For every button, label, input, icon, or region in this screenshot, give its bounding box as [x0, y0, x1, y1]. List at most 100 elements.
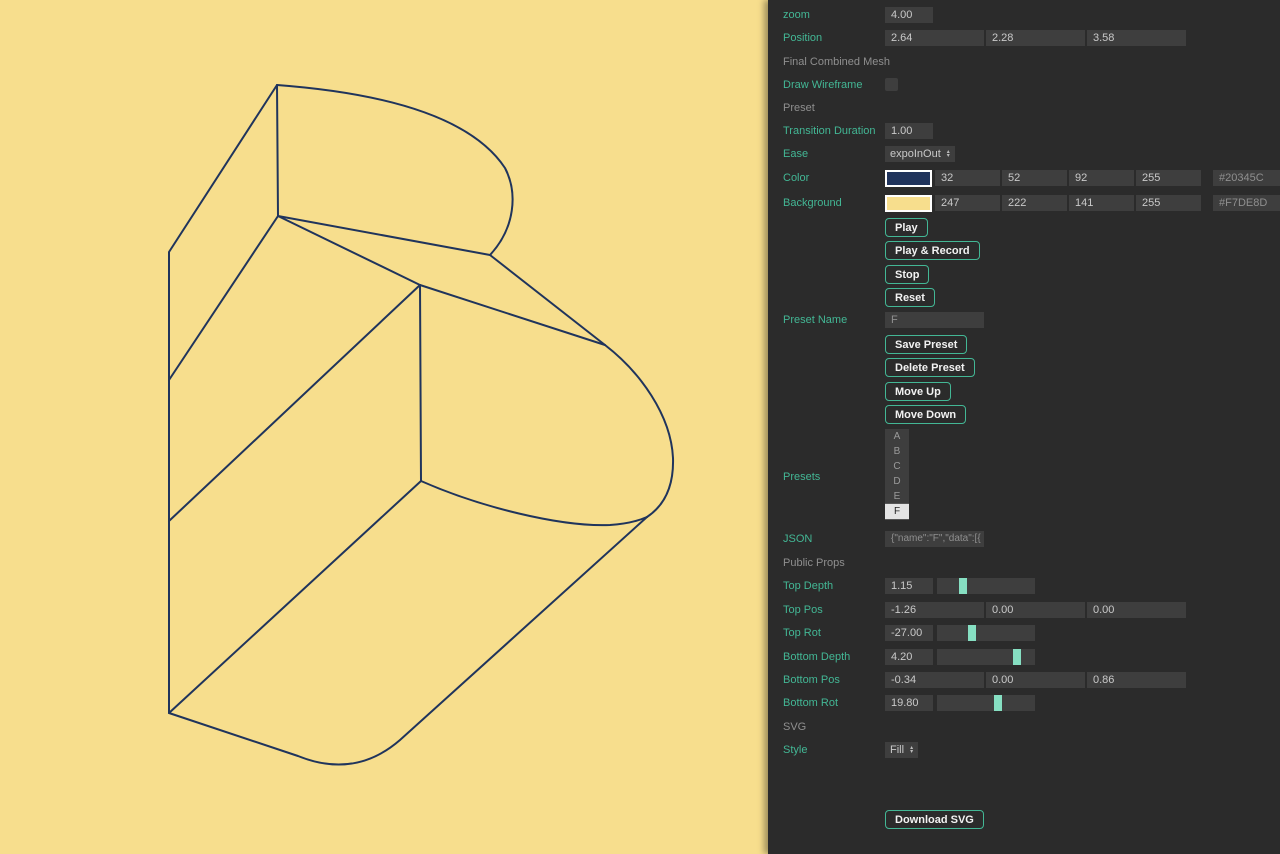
render-canvas[interactable] — [0, 0, 768, 854]
background-a-input[interactable]: 255 — [1136, 195, 1201, 211]
row-preset-name: Preset Name F — [768, 312, 1280, 330]
background-swatch[interactable] — [885, 195, 932, 212]
color-r-input[interactable]: 32 — [935, 170, 1000, 186]
control-panel: zoom 4.00 Position 2.64 2.28 3.58 Final … — [768, 0, 1280, 854]
position-x-input[interactable]: 2.64 — [885, 30, 984, 46]
bottom-depth-input[interactable]: 4.20 — [885, 649, 933, 665]
bottom-depth-slider-thumb[interactable] — [1013, 649, 1021, 665]
top-rot-slider[interactable] — [937, 625, 1035, 641]
save-preset-button[interactable]: Save Preset — [885, 335, 967, 354]
color-g-input[interactable]: 52 — [1002, 170, 1067, 186]
row-bottom-pos: Bottom Pos -0.34 0.00 0.86 — [768, 672, 1280, 690]
row-section-svg: SVG — [768, 720, 1280, 738]
color-hex-input[interactable]: #20345C — [1213, 170, 1280, 186]
row-color: Color 32 52 92 255 #20345C — [768, 170, 1280, 188]
edge-front-to-arc — [421, 481, 647, 525]
draw-wireframe-checkbox[interactable] — [885, 78, 898, 91]
delete-preset-button[interactable]: Delete Preset — [885, 358, 975, 377]
position-y-input[interactable]: 2.28 — [986, 30, 1085, 46]
row-bottom-rot: Bottom Rot 19.80 — [768, 695, 1280, 713]
color-b-input[interactable]: 92 — [1069, 170, 1134, 186]
top-depth-label: Top Depth — [783, 578, 833, 594]
row-presets: Presets A B C D E F AB — [768, 429, 1280, 521]
svg-section-label: SVG — [783, 720, 806, 734]
row-transition-duration: Transition Duration 1.00 — [768, 123, 1280, 141]
edge-front-bottom-left — [169, 481, 421, 713]
row-position: Position 2.64 2.28 3.58 — [768, 30, 1280, 48]
top-rot-input[interactable]: -27.00 — [885, 625, 933, 641]
move-up-button[interactable]: Move Up — [885, 382, 951, 401]
bottom-rot-slider-thumb[interactable] — [994, 695, 1002, 711]
preset-list-item-selected[interactable]: F — [885, 504, 909, 519]
play-and-record-button[interactable]: Play & Record — [885, 241, 980, 260]
select-arrows-icon: ▴▾ — [947, 150, 950, 159]
style-select[interactable]: Fill ▴▾ — [885, 742, 918, 758]
position-z-input[interactable]: 3.58 — [1087, 30, 1186, 46]
wireframe-lines — [169, 85, 673, 765]
stop-button[interactable]: Stop — [885, 265, 929, 284]
row-reset: Reset — [768, 288, 1280, 306]
preset-list-item[interactable]: D — [885, 474, 909, 489]
preset-list-item[interactable]: C — [885, 459, 909, 474]
edge-fan-right — [278, 216, 490, 255]
top-pos-y-input[interactable]: 0.00 — [986, 602, 1085, 618]
preset-list-item[interactable]: E — [885, 489, 909, 504]
background-swatch-fill — [887, 197, 930, 210]
top-depth-slider-thumb[interactable] — [959, 578, 967, 594]
transition-duration-input[interactable]: 1.00 — [885, 123, 933, 139]
download-svg-button[interactable]: Download SVG — [885, 810, 984, 829]
row-bottom-depth: Bottom Depth 4.20 — [768, 649, 1280, 667]
arc-top-bump — [277, 85, 513, 255]
row-delete-preset: Delete Preset — [768, 358, 1280, 376]
zoom-input[interactable]: 4.00 — [885, 7, 933, 23]
preset-list-item[interactable]: A — [885, 429, 909, 444]
bottom-rot-slider[interactable] — [937, 695, 1035, 711]
edge-fan-left — [169, 216, 278, 380]
ease-select[interactable]: expoInOut ▴▾ — [885, 146, 955, 162]
ease-selected-value: expoInOut — [890, 146, 941, 162]
top-pos-z-input[interactable]: 0.00 — [1087, 602, 1186, 618]
preset-name-input[interactable]: F — [885, 312, 984, 328]
bottom-pos-z-input[interactable]: 0.86 — [1087, 672, 1186, 688]
row-download-svg: Download SVG — [768, 810, 1280, 828]
top-rot-slider-thumb[interactable] — [968, 625, 976, 641]
color-swatch[interactable] — [885, 170, 932, 187]
edge-top-bump-lower — [490, 255, 605, 345]
color-a-input[interactable]: 255 — [1136, 170, 1201, 186]
bottom-rot-input[interactable]: 19.80 — [885, 695, 933, 711]
draw-wireframe-label: Draw Wireframe — [783, 77, 862, 93]
bottom-pos-y-input[interactable]: 0.00 — [986, 672, 1085, 688]
bottom-pos-label: Bottom Pos — [783, 672, 840, 688]
select-arrows-icon: ▴▾ — [910, 746, 913, 755]
background-label: Background — [783, 195, 842, 211]
position-label: Position — [783, 30, 822, 46]
preset-list-item[interactable]: AB — [885, 519, 909, 520]
edge-mid-to-wall — [169, 285, 420, 521]
bottom-depth-label: Bottom Depth — [783, 649, 850, 665]
reset-button[interactable]: Reset — [885, 288, 935, 307]
background-hex-input[interactable]: #F7DE8D — [1213, 195, 1280, 211]
background-g-input[interactable]: 222 — [1002, 195, 1067, 211]
bottom-rot-label: Bottom Rot — [783, 695, 838, 711]
presets-listbox[interactable]: A B C D E F AB — [885, 429, 909, 520]
top-depth-input[interactable]: 1.15 — [885, 578, 933, 594]
preset-list-item[interactable]: B — [885, 444, 909, 459]
row-zoom: zoom 4.00 — [768, 7, 1280, 25]
background-b-input[interactable]: 141 — [1069, 195, 1134, 211]
edge-left-wall — [169, 85, 277, 713]
top-depth-slider[interactable] — [937, 578, 1035, 594]
preset-name-label: Preset Name — [783, 312, 847, 328]
style-label: Style — [783, 742, 807, 758]
row-ease: Ease expoInOut ▴▾ — [768, 146, 1280, 164]
move-down-button[interactable]: Move Down — [885, 405, 966, 424]
bottom-pos-x-input[interactable]: -0.34 — [885, 672, 984, 688]
edge-mid — [420, 285, 605, 345]
json-input[interactable]: {"name":"F","data":[{ — [885, 531, 984, 547]
background-r-input[interactable]: 247 — [935, 195, 1000, 211]
play-button[interactable]: Play — [885, 218, 928, 237]
style-selected-value: Fill — [890, 742, 904, 758]
bottom-depth-slider[interactable] — [937, 649, 1035, 665]
row-top-rot: Top Rot -27.00 — [768, 625, 1280, 643]
top-pos-x-input[interactable]: -1.26 — [885, 602, 984, 618]
arc-bottom-bump — [605, 345, 673, 517]
